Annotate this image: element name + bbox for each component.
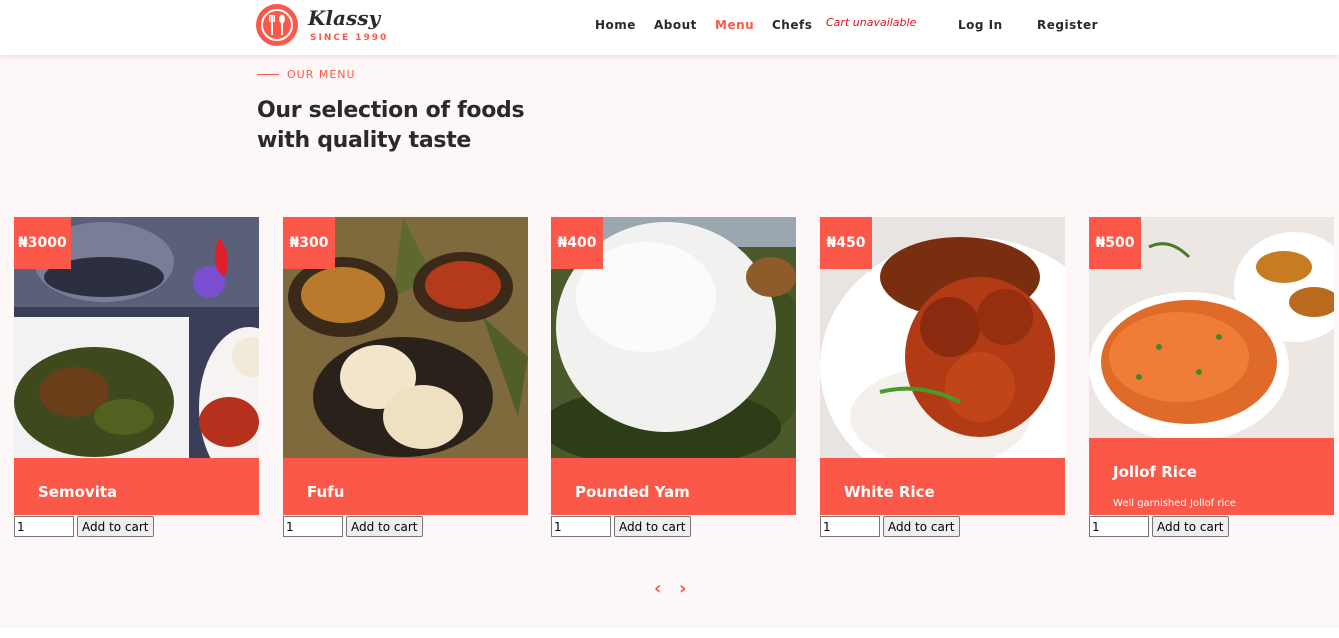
eyebrow-line — [257, 74, 279, 75]
item-description: Well garnished Jollof rice — [1113, 498, 1236, 509]
chevron-left-icon[interactable]: ‹ — [654, 578, 661, 599]
chevron-right-icon[interactable]: › — [679, 578, 686, 599]
add-to-cart-button[interactable]: Add to cart — [1152, 516, 1229, 537]
quantity-input[interactable] — [1089, 516, 1149, 537]
price-badge: ₦300 — [283, 217, 335, 269]
menu-card-pounded-yam[interactable]: ₦400 Pounded Yam — [551, 217, 796, 515]
add-to-cart-button[interactable]: Add to cart — [883, 516, 960, 537]
card-footer: Jollof Rice Well garnished Jollof rice — [1089, 438, 1334, 515]
eyebrow-text: OUR MENU — [287, 68, 356, 81]
menu-card-white-rice[interactable]: ₦450 White Rice — [820, 217, 1065, 515]
logo-since: SINCE 1990 — [310, 33, 389, 43]
nav-home[interactable]: Home — [595, 18, 636, 32]
logo[interactable]: Klassy SINCE 1990 — [256, 4, 396, 48]
item-name: Semovita — [38, 483, 118, 501]
menu-card-jollof-rice[interactable]: ₦500 Jollof Rice Well garnished Jollof r… — [1089, 217, 1334, 515]
page-bottom — [0, 628, 1339, 638]
price-badge: ₦400 — [551, 217, 603, 269]
card-footer: Semovita — [14, 458, 259, 515]
heading-line-1: Our selection of foods — [257, 98, 525, 123]
price-badge: ₦450 — [820, 217, 872, 269]
quantity-input[interactable] — [283, 516, 343, 537]
card-footer: White Rice — [820, 458, 1065, 515]
card-footer: Pounded Yam — [551, 458, 796, 515]
price-badge: ₦3000 — [14, 217, 71, 269]
menu-card-semovita[interactable]: ₦3000 Semovita — [14, 217, 259, 515]
site-header: Klassy SINCE 1990 Home About Menu Chefs … — [0, 0, 1339, 55]
cart-status: Cart unavailable — [826, 16, 917, 29]
nav-login[interactable]: Log In — [958, 18, 1003, 32]
add-to-cart-button[interactable]: Add to cart — [346, 516, 423, 537]
logo-name: Klassy — [308, 6, 381, 30]
quantity-input[interactable] — [551, 516, 611, 537]
fork-spoon-icon — [256, 4, 298, 46]
item-name: Fufu — [307, 483, 345, 501]
quantity-input[interactable] — [820, 516, 880, 537]
item-name: Pounded Yam — [575, 483, 690, 501]
heading-line-2: with quality taste — [257, 128, 472, 153]
item-name: White Rice — [844, 483, 935, 501]
item-name: Jollof Rice — [1113, 463, 1197, 481]
section-heading: Our selection of foods with quality tast… — [257, 96, 577, 156]
price-badge: ₦500 — [1089, 217, 1141, 269]
quantity-input[interactable] — [14, 516, 74, 537]
nav-menu[interactable]: Menu — [715, 18, 754, 32]
nav-register[interactable]: Register — [1037, 18, 1098, 32]
nav-about[interactable]: About — [654, 18, 697, 32]
nav-chefs[interactable]: Chefs — [772, 18, 812, 32]
menu-card-fufu[interactable]: ₦300 Fufu — [283, 217, 528, 515]
add-to-cart-button[interactable]: Add to cart — [77, 516, 154, 537]
card-footer: Fufu — [283, 458, 528, 515]
add-to-cart-button[interactable]: Add to cart — [614, 516, 691, 537]
